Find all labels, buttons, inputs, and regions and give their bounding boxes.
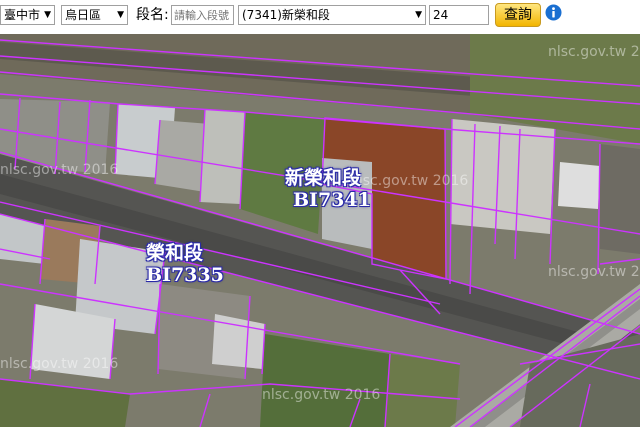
section-code: BI7335 bbox=[146, 264, 224, 286]
watermark: nlsc.gov.tw 2016 bbox=[548, 44, 640, 60]
chevron-down-icon: ▼ bbox=[117, 10, 124, 20]
watermark: nlsc.gov.tw 2016 bbox=[0, 162, 119, 178]
chevron-down-icon: ▼ bbox=[44, 10, 51, 20]
section-number-input[interactable] bbox=[171, 5, 234, 25]
chevron-down-icon: ▼ bbox=[415, 10, 422, 20]
section-select-value: (7341)新榮和段 bbox=[242, 8, 330, 22]
query-button[interactable]: 查詢 bbox=[495, 3, 541, 27]
watermark: nlsc.gov.tw 2016 bbox=[262, 387, 381, 403]
aerial-map[interactable]: 新榮和段 BI7341 榮和段 BI7335 nlsc.gov.tw 2016 … bbox=[0, 34, 640, 427]
watermark: nlsc.gov.tw 2016 bbox=[0, 356, 119, 372]
city-select-value: 臺中市 bbox=[4, 8, 41, 22]
section-label-ronghe: 榮和段 BI7335 bbox=[146, 242, 224, 286]
section-select[interactable]: (7341)新榮和段 ▼ bbox=[238, 5, 426, 25]
city-select[interactable]: 臺中市 ▼ bbox=[0, 5, 55, 25]
query-toolbar: 臺中市 ▼ 烏日區 ▼ 段名: (7341)新榮和段 ▼ 查詢 bbox=[0, 0, 640, 34]
info-icon[interactable] bbox=[545, 4, 562, 21]
watermark: nlsc.gov.tw 2016 bbox=[350, 173, 469, 189]
section-label: 段名: bbox=[136, 7, 169, 23]
parcel-number-input[interactable] bbox=[429, 5, 489, 25]
watermark: nlsc.gov.tw 2016 bbox=[548, 264, 640, 280]
section-code: BI7341 bbox=[293, 189, 371, 211]
section-name: 榮和段 bbox=[146, 242, 204, 264]
district-select-value: 烏日區 bbox=[65, 8, 102, 22]
district-select[interactable]: 烏日區 ▼ bbox=[61, 5, 128, 25]
